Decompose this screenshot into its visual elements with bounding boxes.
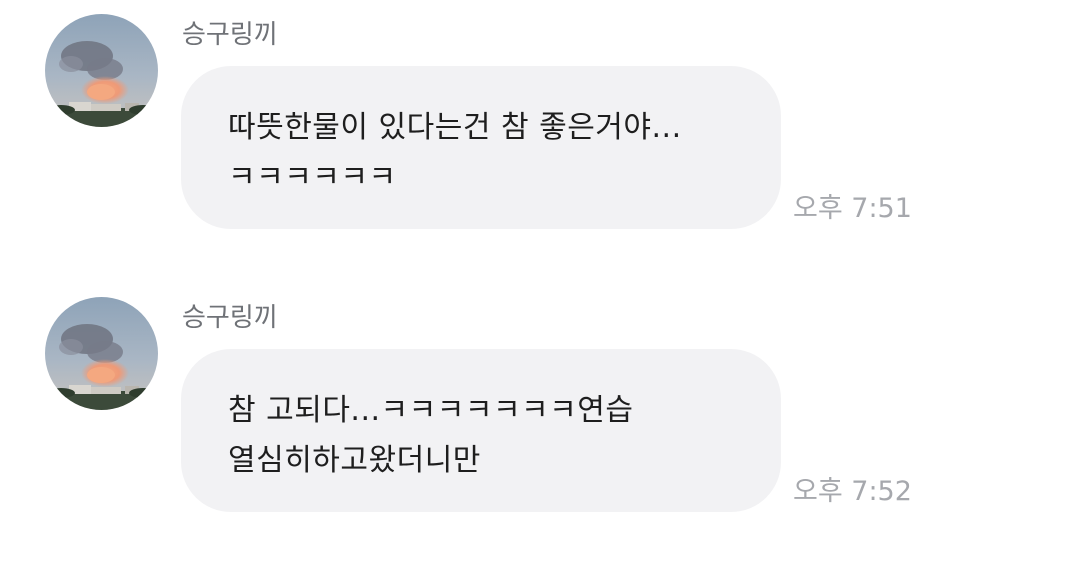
- sky-cloud-avatar-icon: [45, 14, 158, 127]
- chat-message-2: 승구링끼 참 고되다...ㅋㅋㅋㅋㅋㅋㅋ연습 열심히하고왔더니만 오후 7:52: [0, 283, 1080, 513]
- message-text: 따뜻한물이 있다는건 참 좋은거야... ㅋㅋㅋㅋㅋㅋ: [228, 103, 682, 203]
- sender-name[interactable]: 승구링끼: [182, 301, 278, 335]
- message-text: 참 고되다...ㅋㅋㅋㅋㅋㅋㅋ연습 열심히하고왔더니만: [228, 386, 633, 486]
- sender-name[interactable]: 승구링끼: [182, 18, 278, 52]
- message-line: 참 고되다...ㅋㅋㅋㅋㅋㅋㅋ연습: [228, 393, 634, 428]
- avatar[interactable]: [45, 297, 158, 410]
- message-line: 따뜻한물이 있다는건 참 좋은거야...: [228, 110, 682, 145]
- message-line: ㅋㅋㅋㅋㅋㅋ: [228, 160, 397, 195]
- sky-cloud-avatar-icon: [45, 297, 158, 410]
- avatar[interactable]: [45, 14, 158, 127]
- chat-message-1: 승구링끼 따뜻한물이 있다는건 참 좋은거야... ㅋㅋㅋㅋㅋㅋ 오후 7:51: [0, 0, 1080, 230]
- message-line: 열심히하고왔더니만: [228, 443, 481, 478]
- message-timestamp: 오후 7:51: [793, 193, 912, 224]
- message-bubble[interactable]: 참 고되다...ㅋㅋㅋㅋㅋㅋㅋ연습 열심히하고왔더니만: [181, 349, 781, 512]
- message-bubble[interactable]: 따뜻한물이 있다는건 참 좋은거야... ㅋㅋㅋㅋㅋㅋ: [181, 66, 781, 229]
- message-timestamp: 오후 7:52: [793, 476, 912, 507]
